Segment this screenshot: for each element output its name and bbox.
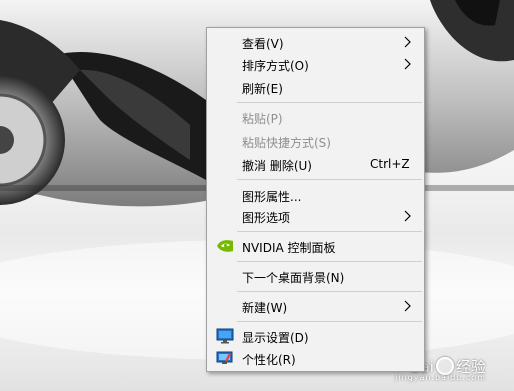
menu-item-paste-shortcut[interactable]: 粘贴快捷方式(S) — [207, 130, 424, 152]
menu-separator — [237, 231, 422, 232]
desktop-context-menu: 查看(V) 排序方式(O) 刷新(E) 粘贴(P) 粘贴快捷方式(S) 撤消 删… — [206, 27, 425, 372]
menu-separator — [237, 102, 422, 103]
chevron-right-icon — [404, 58, 411, 70]
menu-separator — [237, 321, 422, 322]
menu-item-refresh[interactable]: 刷新(E) — [207, 76, 424, 98]
menu-item-undo-delete[interactable]: 撤消 删除(U) Ctrl+Z — [207, 153, 424, 175]
menu-item-sort-by[interactable]: 排序方式(O) — [207, 53, 424, 75]
menu-item-next-desktop-background[interactable]: 下一个桌面背景(N) — [207, 265, 424, 287]
menu-item-label: 显示设置(D) — [242, 331, 309, 345]
menu-item-label: 图形属性... — [242, 190, 302, 204]
chevron-right-icon — [404, 210, 411, 222]
watermark-url: jingyan.baidu.com — [395, 373, 486, 382]
menu-item-graphics-options[interactable]: 图形选项 — [207, 205, 424, 227]
menu-item-label: 粘贴(P) — [242, 112, 283, 126]
menu-item-label: 粘贴快捷方式(S) — [242, 136, 331, 150]
menu-item-nvidia-control-panel[interactable]: NVIDIA 控制面板 — [207, 235, 424, 257]
menu-item-display-settings[interactable]: 显示设置(D) — [207, 325, 424, 347]
menu-item-shortcut: Ctrl+Z — [370, 157, 410, 171]
menu-item-view[interactable]: 查看(V) — [207, 31, 424, 53]
menu-item-new[interactable]: 新建(W) — [207, 295, 424, 317]
menu-separator — [237, 261, 422, 262]
menu-item-label: 查看(V) — [242, 37, 284, 51]
menu-item-personalize[interactable]: 个性化(R) — [207, 347, 424, 369]
menu-item-label: 排序方式(O) — [242, 59, 309, 73]
chevron-right-icon — [404, 300, 411, 312]
nvidia-icon — [217, 240, 233, 252]
personalize-icon — [216, 351, 233, 364]
menu-item-label: 撤消 删除(U) — [242, 159, 312, 173]
menu-separator — [237, 179, 422, 180]
menu-item-label: NVIDIA 控制面板 — [242, 241, 336, 255]
menu-separator — [237, 291, 422, 292]
menu-item-label: 下一个桌面背景(N) — [242, 271, 345, 285]
menu-item-label: 图形选项 — [242, 211, 291, 225]
menu-item-paste[interactable]: 粘贴(P) — [207, 106, 424, 128]
menu-item-graphics-properties[interactable]: 图形属性... — [207, 184, 424, 206]
menu-item-label: 个性化(R) — [242, 353, 296, 367]
menu-item-label: 新建(W) — [242, 301, 288, 315]
display-settings-icon — [216, 328, 234, 344]
menu-item-label: 刷新(E) — [242, 82, 283, 96]
chevron-right-icon — [404, 36, 411, 48]
